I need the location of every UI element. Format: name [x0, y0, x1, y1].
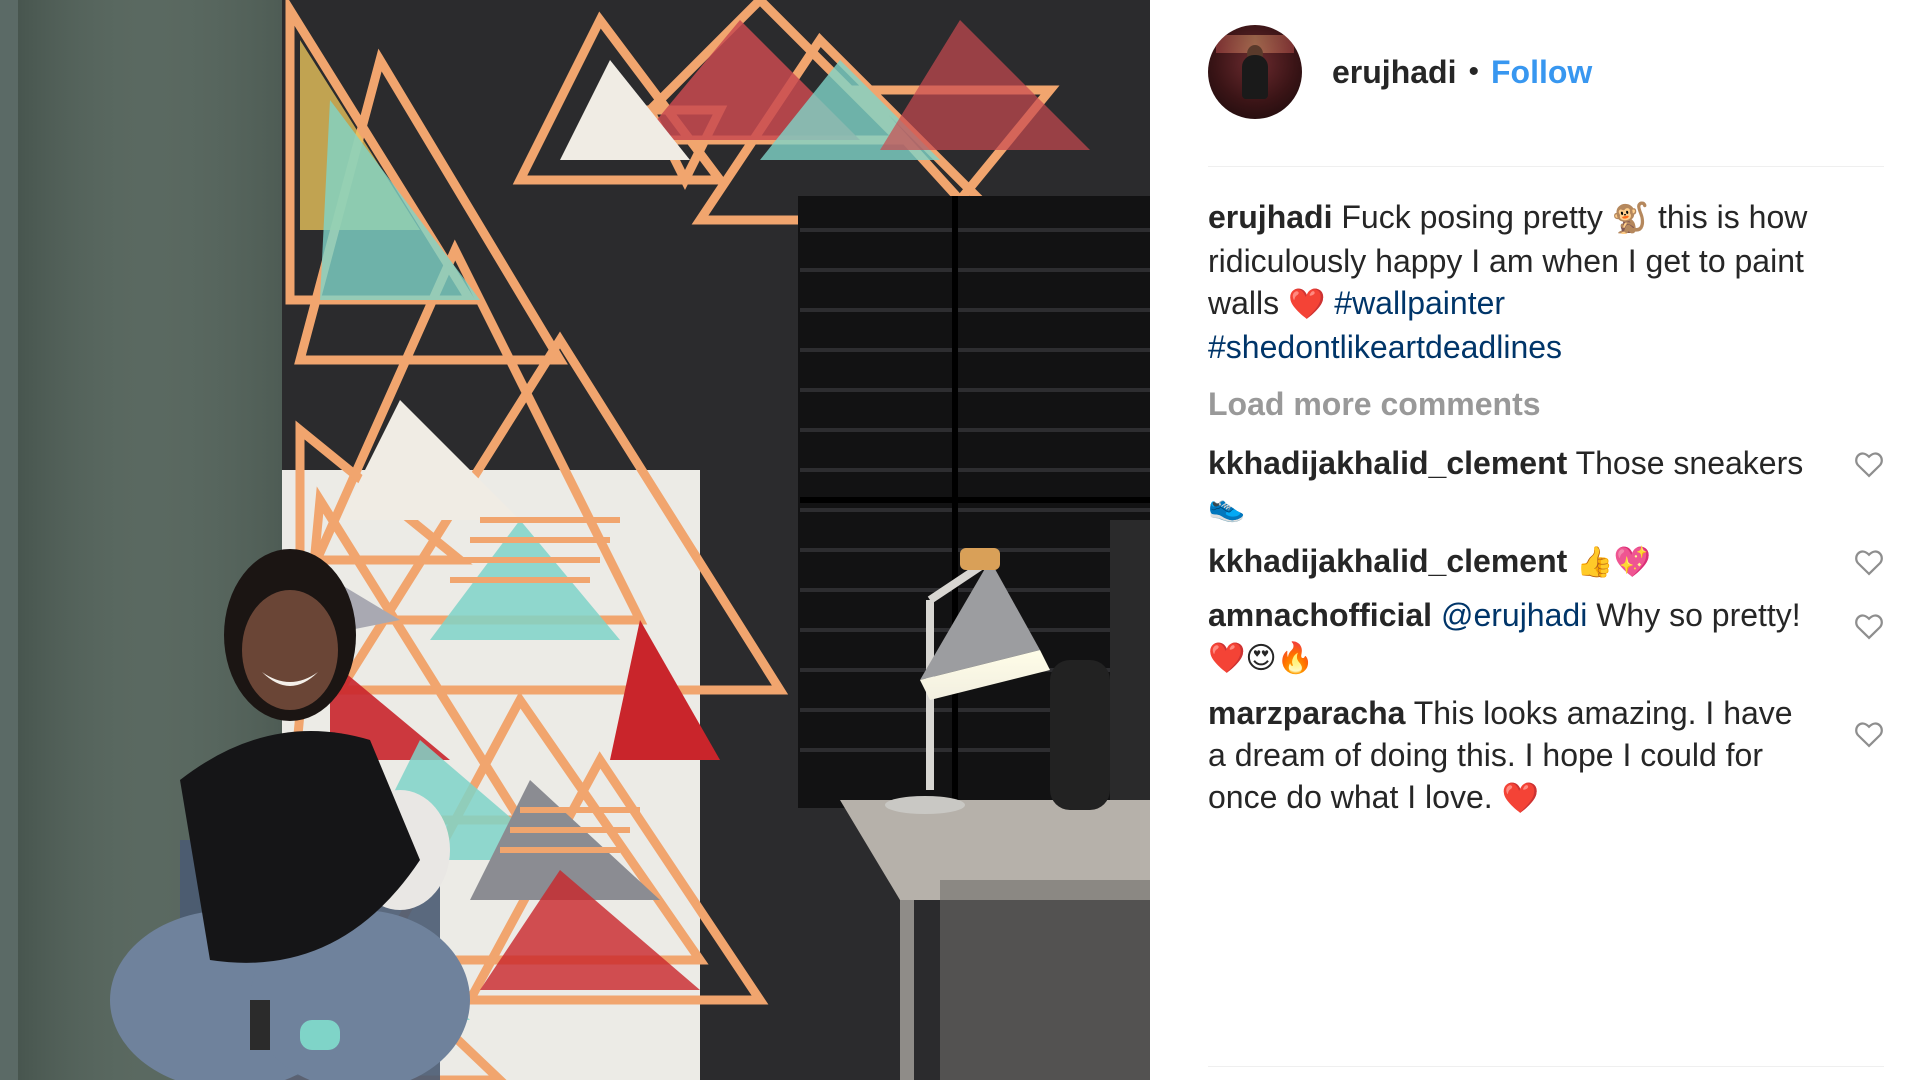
heart-outline-icon[interactable] — [1854, 720, 1884, 750]
heart-emoji: ❤️ — [1501, 782, 1539, 815]
comment-item: kkhadijakhalid_clement Those sneakers 👟 — [1208, 442, 1884, 528]
sneaker-emoji: 👟 — [1208, 490, 1246, 523]
thumbs-up-heart-emoji: 👍💖 — [1576, 546, 1651, 579]
heart-outline-icon[interactable] — [1854, 548, 1884, 578]
comment-username[interactable]: amnachofficial — [1208, 597, 1432, 633]
comment-text: Why so pretty! — [1596, 597, 1801, 633]
comment-mention[interactable]: @erujhadi — [1441, 597, 1587, 633]
post-image-illustration — [0, 0, 1150, 1080]
follow-button[interactable]: Follow — [1491, 54, 1592, 91]
hashtag-wallpainter[interactable]: #wallpainter — [1334, 285, 1505, 321]
post-author-username[interactable]: erujhadi — [1332, 54, 1456, 91]
avatar[interactable] — [1208, 25, 1302, 119]
avatar-figure — [1242, 55, 1268, 99]
heart-outline-icon[interactable] — [1854, 450, 1884, 480]
monkey-emoji: 🐒 — [1611, 202, 1650, 235]
comment-username[interactable]: kkhadijakhalid_clement — [1208, 543, 1567, 579]
heart-outline-icon[interactable] — [1854, 612, 1884, 642]
post-sidebar: erujhadi • Follow erujhadi Fuck posing p… — [1208, 0, 1884, 1080]
comment-username[interactable]: marzparacha — [1208, 695, 1405, 731]
heart-heart-eyes-fire-emoji: ❤️😍🔥 — [1208, 642, 1314, 675]
caption: erujhadi Fuck posing pretty 🐒 this is ho… — [1208, 196, 1884, 368]
load-more-comments-button[interactable]: Load more comments — [1208, 382, 1884, 426]
post-header: erujhadi • Follow — [1208, 24, 1884, 120]
caption-username[interactable]: erujhadi — [1208, 199, 1332, 235]
comment-item: marzparacha This looks amazing. I have a… — [1208, 692, 1884, 820]
post-photo[interactable] — [0, 0, 1150, 1080]
comment-item: amnachofficial @erujhadi Why so pretty! … — [1208, 594, 1884, 680]
hashtag-shedontlikeartdeadlines[interactable]: #shedontlikeartdeadlines — [1208, 329, 1562, 365]
comments-bottom-divider — [1208, 1066, 1884, 1067]
comment-text: Those sneakers — [1575, 445, 1804, 481]
comments-section: erujhadi Fuck posing pretty 🐒 this is ho… — [1208, 196, 1884, 820]
comment-username[interactable]: kkhadijakhalid_clement — [1208, 445, 1567, 481]
heart-emoji: ❤️ — [1288, 288, 1326, 321]
comment-item: kkhadijakhalid_clement 👍💖 — [1208, 540, 1884, 584]
header-separator: • — [1468, 55, 1479, 88]
header-divider — [1208, 166, 1884, 167]
caption-text-part1: Fuck posing pretty — [1341, 199, 1603, 235]
